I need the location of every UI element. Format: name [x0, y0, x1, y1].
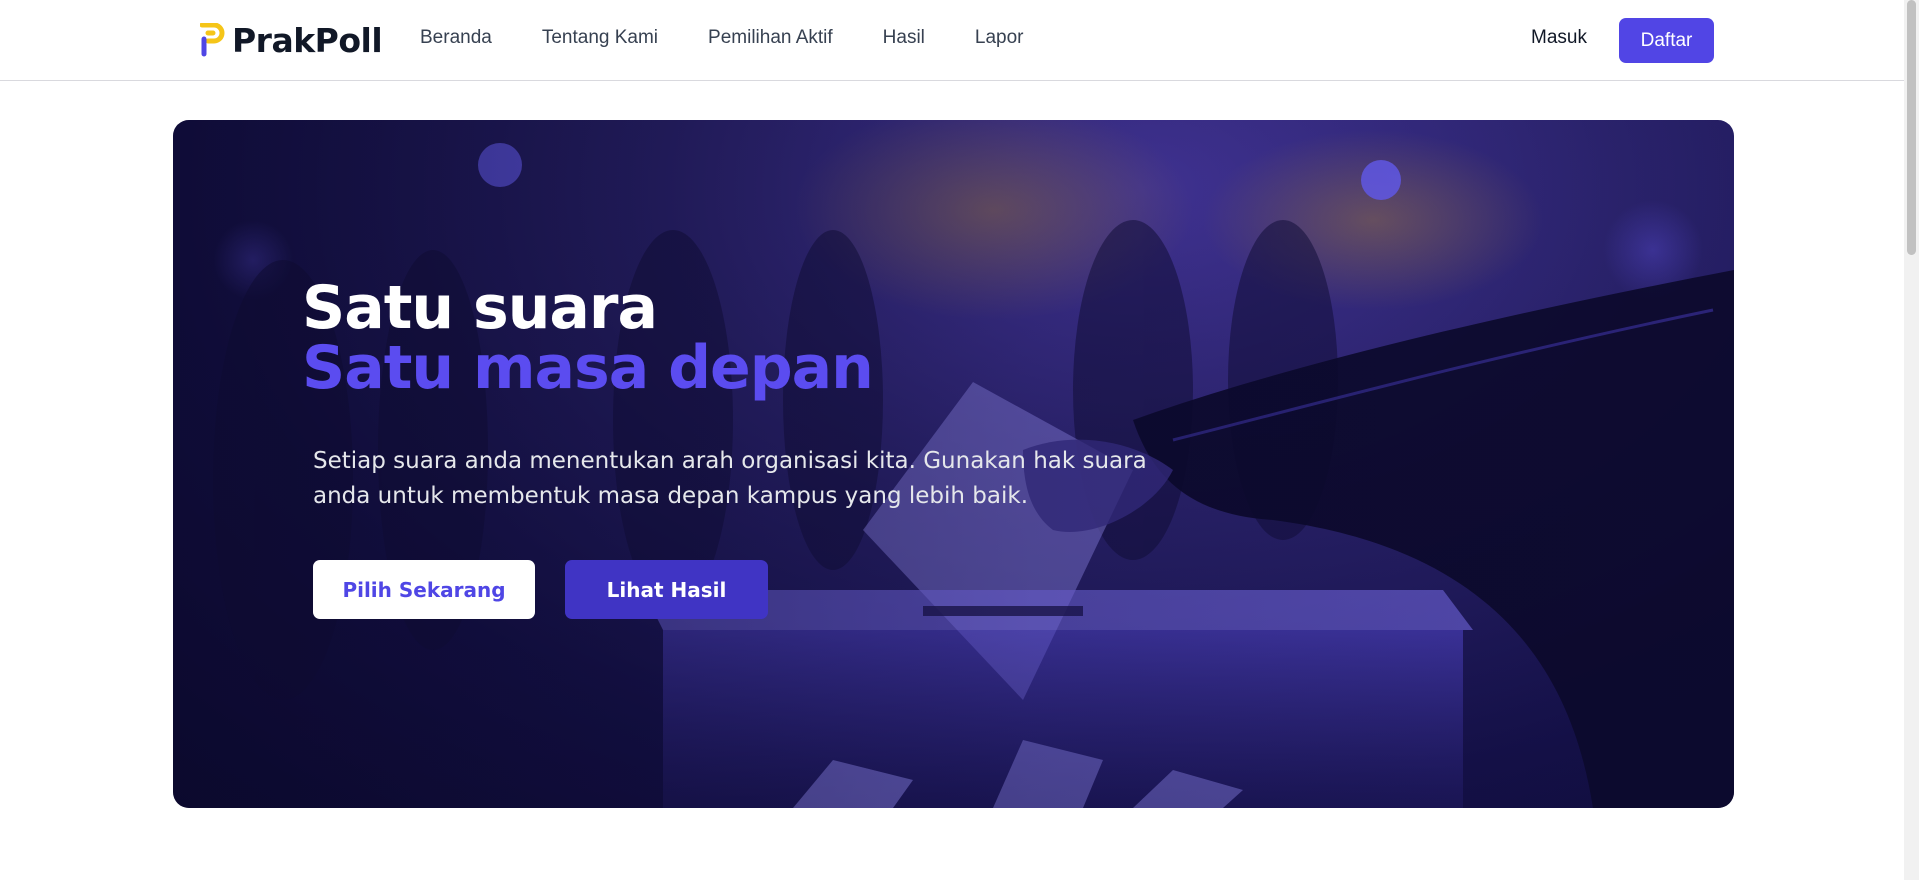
- nav-link-hasil[interactable]: Hasil: [883, 27, 925, 49]
- hero-title: Satu suara Satu masa depan: [302, 273, 874, 403]
- vote-now-button[interactable]: Pilih Sekarang: [313, 560, 535, 619]
- nav-link-pemilihan-aktif[interactable]: Pemilihan Aktif: [708, 27, 833, 49]
- login-link[interactable]: Masuk: [1531, 27, 1587, 49]
- hero-description: Setiap suara anda menentukan arah organi…: [313, 448, 1147, 509]
- nav-link-tentang-kami[interactable]: Tentang Kami: [542, 27, 658, 49]
- prakpoll-logo-icon: [200, 23, 225, 57]
- page-scrollbar[interactable]: [1904, 0, 1919, 880]
- hero-banner: Satu suara Satu masa depan Setiap suara …: [173, 120, 1734, 808]
- hero-title-line1: Satu suara: [302, 273, 658, 343]
- brand-name: PrakPoll: [232, 20, 383, 60]
- scrollbar-thumb[interactable]: [1907, 0, 1916, 255]
- nav-link-lapor[interactable]: Lapor: [975, 27, 1024, 49]
- view-results-button[interactable]: Lihat Hasil: [565, 560, 768, 619]
- brand-logo[interactable]: PrakPoll: [200, 20, 383, 60]
- hero-title-line2: Satu masa depan: [302, 333, 874, 403]
- register-button[interactable]: Daftar: [1619, 18, 1714, 63]
- navbar: PrakPoll Beranda Tentang Kami Pemilihan …: [0, 0, 1904, 81]
- nav-link-beranda[interactable]: Beranda: [420, 27, 492, 49]
- main-nav: Beranda Tentang Kami Pemilihan Aktif Has…: [420, 27, 1074, 49]
